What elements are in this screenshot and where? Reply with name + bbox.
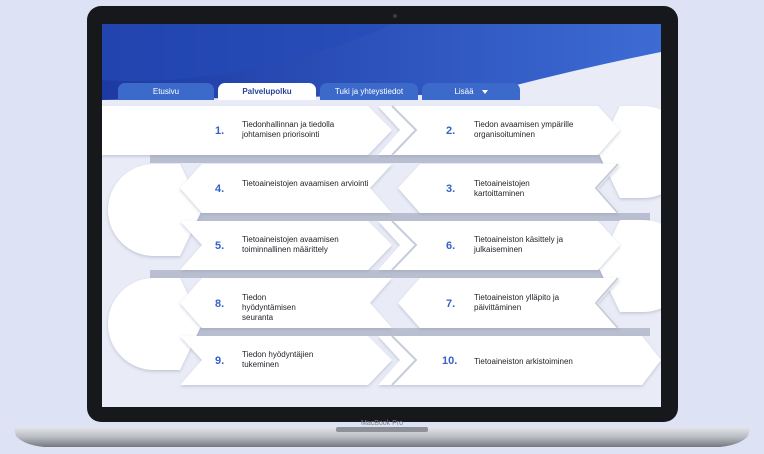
step-number: 9.: [215, 355, 225, 367]
step-number: 2.: [446, 125, 456, 137]
step-label: Tietoaineiston ylläpito ja päivittäminen: [474, 293, 560, 312]
step-label: Tietoaineistojen avaamisen arviointi: [242, 179, 369, 188]
step-label: Tiedonhallinnan ja tiedolla johtamisen p…: [242, 120, 335, 139]
step-number: 4.: [215, 183, 225, 195]
step-number: 3.: [446, 183, 456, 195]
step-label: Tiedon hyödyntäjien tukeminen: [242, 350, 314, 369]
step-number: 8.: [215, 298, 225, 310]
step-number: 7.: [446, 298, 456, 310]
step-label: Tietoaineistojen kartoittaminen: [474, 179, 530, 198]
step-number: 10.: [442, 355, 458, 367]
step-label: Tiedon hyödyntämisen seuranta: [242, 293, 296, 322]
step-number: 6.: [446, 240, 456, 252]
step-label: Tiedon avaamisen ympärille organisoitumi…: [474, 120, 574, 139]
step-label: Tietoaineiston arkistoiminen: [474, 357, 573, 366]
step-label: Tietoaineistojen avaamisen toiminnalline…: [242, 235, 339, 254]
device-brand-label: MacBook Pro: [360, 420, 404, 427]
screen: Etusivu Palvelupolku Tuki ja yhteystiedo…: [102, 24, 661, 407]
camera-icon: [393, 14, 397, 18]
step-label: Tietoaineiston käsittely ja julkaisemine…: [474, 235, 564, 254]
step-number: 1.: [215, 125, 225, 137]
service-path-diagram: [102, 105, 661, 386]
step-number: 5.: [215, 240, 225, 252]
